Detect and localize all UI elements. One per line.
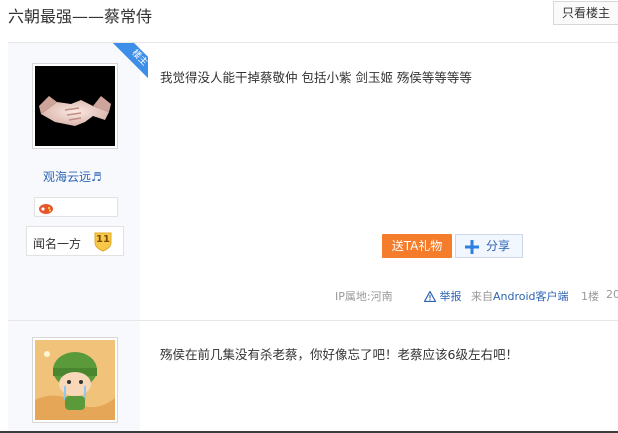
thread-header: 六朝最强——蔡常侍 只看楼主 — [0, 0, 618, 30]
post-content: 我觉得没人能干掉蔡敬仲 包括小紫 剑玉姬 殇侯等等等等 — [160, 70, 472, 85]
source-app-link[interactable]: Android客户端 — [493, 290, 569, 303]
level-number: 11 — [96, 234, 110, 245]
level-badge[interactable]: 闻名一方 11 — [26, 226, 124, 256]
warning-triangle-icon — [423, 290, 440, 303]
plus-icon — [465, 239, 479, 261]
avatar[interactable] — [32, 337, 118, 423]
thread-title: 六朝最强——蔡常侍 — [8, 7, 153, 26]
username-link[interactable]: 观海云远♬ — [43, 168, 102, 185]
only-op-button[interactable]: 只看楼主 — [553, 1, 618, 25]
level-name: 闻名一方 — [33, 237, 82, 251]
post-source: 来自Android客户端 — [471, 288, 569, 304]
share-button[interactable]: 分享 — [455, 234, 523, 258]
handshake-icon — [35, 66, 115, 146]
cartoon-soldier-icon — [35, 340, 115, 420]
user-icons — [34, 197, 118, 217]
floor-number: 1楼 — [581, 290, 599, 303]
avatar[interactable] — [32, 63, 118, 149]
gamepad-icon[interactable] — [38, 200, 54, 219]
level-shield-icon: 11 — [93, 231, 113, 252]
share-label: 分享 — [486, 239, 511, 253]
post-floor-2: 殇侯在前几集没有杀老蔡，你好像忘了吧！老蔡应该6级左右吧！ — [8, 321, 618, 433]
report-label: 举报 — [439, 290, 462, 303]
send-gift-button[interactable]: 送TA礼物 — [382, 234, 452, 258]
post-floor-1: 楼主 观海云远♬ 闻名一方 11 我觉得没人能干掉蔡敬仲 包括小紫 剑玉姬 殇侯… — [8, 43, 618, 320]
source-prefix: 来自 — [471, 290, 493, 303]
report-link[interactable]: 举报 — [423, 288, 462, 304]
post-date: 20 — [606, 288, 618, 301]
ip-location: IP属地:河南 — [335, 290, 393, 303]
post-content: 殇侯在前几集没有杀老蔡，你好像忘了吧！老蔡应该6级左右吧！ — [160, 347, 518, 362]
